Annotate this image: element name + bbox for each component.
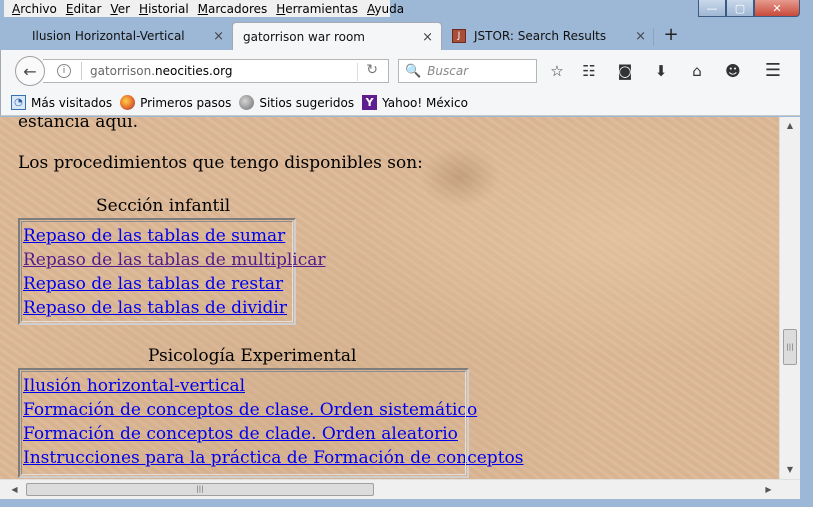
- search-icon: 🔍: [405, 63, 422, 79]
- bookmark-mas-visitados[interactable]: ◔ Más visitados: [11, 95, 112, 110]
- navigation-toolbar: i gatorrison.neocities.org ↻ ← 🔍 Buscar …: [0, 50, 800, 90]
- tab-gatorrison-war-room[interactable]: gatorrison war room ×: [232, 22, 442, 50]
- bookmark-yahoo-mexico[interactable]: Y Yahoo! México: [362, 95, 468, 110]
- minimize-button[interactable]: —: [698, 0, 726, 17]
- url-separator: [81, 62, 82, 80]
- scroll-down-arrow-icon[interactable]: ▼: [780, 461, 800, 478]
- maximize-button[interactable]: ▢: [726, 0, 754, 17]
- hello-icon[interactable]: ☻: [723, 61, 743, 81]
- tab-close-icon[interactable]: ×: [213, 29, 224, 44]
- tab-separator: [653, 28, 654, 46]
- tab-jstor-search-results[interactable]: J JSTOR: Search Results ×: [442, 22, 654, 50]
- back-button[interactable]: ←: [15, 56, 45, 86]
- tab-title: gatorrison war room: [243, 29, 365, 44]
- tab-close-icon[interactable]: ×: [422, 30, 433, 45]
- url-text[interactable]: gatorrison.neocities.org: [90, 64, 232, 78]
- globe-icon: [239, 95, 255, 110]
- home-icon[interactable]: ⌂: [687, 61, 707, 81]
- menu-marcadores[interactable]: Marcadores: [198, 2, 268, 16]
- firefox-icon: [120, 95, 136, 110]
- link-tablas-restar[interactable]: Repaso de las tablas de restar: [23, 272, 291, 296]
- window-controls: — ▢ ✕: [698, 0, 800, 17]
- page-content: estancia aquí. Los procedimientos que te…: [0, 117, 779, 479]
- menu-editar[interactable]: Editar: [66, 2, 102, 16]
- link-tablas-sumar[interactable]: Repaso de las tablas de sumar: [23, 224, 291, 248]
- scroll-up-arrow-icon[interactable]: ▲: [780, 117, 800, 134]
- bookmark-label: Sitios sugeridos: [259, 95, 355, 110]
- bookmark-sitios-sugeridos[interactable]: Sitios sugeridos: [239, 95, 354, 110]
- yahoo-icon: Y: [362, 95, 378, 110]
- link-conceptos-clade-aleatorio[interactable]: Formación de conceptos de clade. Orden a…: [23, 422, 464, 446]
- link-tablas-dividir[interactable]: Repaso de las tablas de dividir: [23, 296, 291, 320]
- menu-herramientas[interactable]: Herramientas: [276, 2, 358, 16]
- section-title-psicologia: Psicología Experimental: [148, 346, 357, 366]
- url-separator: [357, 63, 358, 81]
- tab-close-icon[interactable]: ×: [635, 29, 646, 44]
- bookmark-label: Más visitados: [31, 95, 113, 110]
- vertical-scrollbar[interactable]: ▲ ||| ▼: [779, 117, 800, 479]
- scroll-right-arrow-icon[interactable]: ▶: [760, 480, 777, 499]
- bookmark-primeros-pasos[interactable]: Primeros pasos: [120, 95, 231, 110]
- tab-ilusion-horizontal-vertical[interactable]: Ilusion Horizontal-Vertical ×: [20, 22, 232, 50]
- horizontal-scroll-thumb[interactable]: |||: [26, 483, 374, 496]
- favorites-icon: ◔: [11, 95, 26, 110]
- links-table-psicologia: Ilusión horizontal-vertical Formación de…: [18, 368, 523, 478]
- browser-window: Archivo Editar Ver Historial Marcadores …: [0, 0, 813, 507]
- procedures-intro: Los procedimientos que tengo disponibles…: [18, 153, 423, 173]
- vertical-scroll-thumb[interactable]: |||: [783, 329, 797, 365]
- link-conceptos-clase-sistematico[interactable]: Formación de conceptos de clase. Orden s…: [23, 398, 477, 422]
- reload-icon[interactable]: ↻: [366, 62, 378, 78]
- scroll-left-arrow-icon[interactable]: ◀: [6, 480, 23, 499]
- reading-list-icon[interactable]: ☷: [579, 61, 599, 81]
- menu-hamburger-icon[interactable]: ☰: [763, 61, 783, 81]
- download-icon[interactable]: ⬇: [651, 61, 671, 81]
- link-ilusion-horizontal-vertical[interactable]: Ilusión horizontal-vertical: [23, 374, 464, 398]
- bookmark-star-icon[interactable]: ☆: [547, 61, 567, 81]
- search-input[interactable]: 🔍 Buscar: [398, 59, 537, 83]
- bookmark-label: Primeros pasos: [140, 95, 232, 110]
- minimize-icon: —: [706, 1, 718, 15]
- menu-ver[interactable]: Ver: [110, 2, 130, 16]
- url-bar[interactable]: i gatorrison.neocities.org ↻: [43, 59, 389, 83]
- menu-ayuda[interactable]: Ayuda: [367, 2, 404, 16]
- section-title-infantil: Sección infantil: [96, 196, 231, 216]
- window-frame-right: [800, 50, 813, 500]
- site-info-icon[interactable]: i: [57, 64, 71, 78]
- menu-bar: Archivo Editar Ver Historial Marcadores …: [4, 0, 404, 17]
- back-arrow-icon: ←: [23, 61, 37, 81]
- links-table-infantil: Repaso de las tablas de sumar Repaso de …: [18, 218, 326, 325]
- tab-title: JSTOR: Search Results: [474, 29, 607, 43]
- close-icon: ✕: [772, 1, 782, 15]
- link-instrucciones-practica[interactable]: Instrucciones para la práctica de Formac…: [23, 446, 523, 470]
- menu-historial[interactable]: Historial: [139, 2, 189, 16]
- tab-title: Ilusion Horizontal-Vertical: [32, 29, 185, 43]
- pocket-icon[interactable]: ◙: [615, 61, 635, 81]
- tab-strip: Ilusion Horizontal-Vertical × gatorrison…: [0, 20, 813, 50]
- intro-text-tail: estancia aquí.: [18, 117, 139, 132]
- jstor-favicon-icon: J: [452, 29, 466, 43]
- search-placeholder: Buscar: [427, 64, 469, 78]
- link-tablas-multiplicar[interactable]: Repaso de las tablas de multiplicar: [23, 248, 326, 272]
- horizontal-scrollbar[interactable]: ◀ ||| ▶: [0, 479, 800, 499]
- menu-archivo[interactable]: Archivo: [12, 2, 57, 16]
- window-frame-bottom: [0, 499, 813, 507]
- bookmark-label: Yahoo! México: [382, 95, 468, 110]
- new-tab-button[interactable]: +: [662, 24, 680, 46]
- bookmarks-toolbar: ◔ Más visitados Primeros pasos Sitios su…: [0, 90, 800, 116]
- maximize-icon: ▢: [734, 1, 746, 15]
- close-window-button[interactable]: ✕: [754, 0, 800, 17]
